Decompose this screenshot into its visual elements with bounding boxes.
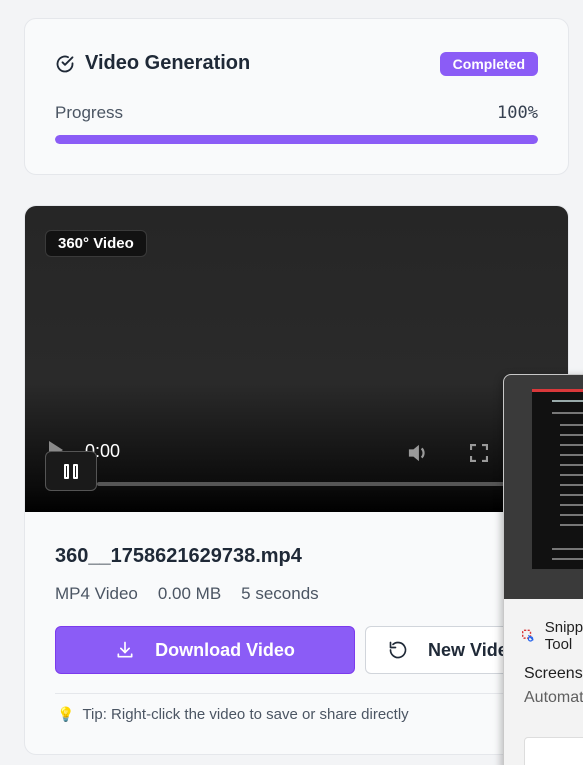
snipping-tool-notification[interactable]: Snipping Tool Screenshot copied to clipb… [503, 374, 583, 765]
status-header: Video Generation [55, 52, 250, 75]
snip-notification-subtitle: Automatically saved to screenshots folde… [524, 689, 583, 706]
video-duration: 5 seconds [241, 584, 319, 603]
pause-bar-left [64, 463, 69, 479]
video-size: 0.00 MB [157, 584, 222, 603]
video-file-name: 360__1758621629738.mp4 [55, 545, 302, 567]
tip-label: Tip: Right-click the video to save or sh… [82, 706, 409, 723]
snip-notification-title: Screenshot copied to clipboard [524, 665, 583, 682]
status-badge: Completed [439, 52, 538, 76]
download-video-button[interactable]: Download Video [55, 626, 355, 674]
pause-button[interactable] [45, 451, 97, 491]
snipping-tool-app-label: Snipping Tool [522, 619, 583, 653]
generation-status-card: Video Generation Completed Progress 100% [24, 18, 569, 175]
download-icon [117, 641, 133, 658]
progress-bar [55, 135, 538, 144]
video-player[interactable]: 360° Video 0:00 [25, 206, 568, 512]
progress-bar-fill [55, 135, 538, 144]
progress-value: 100% [497, 103, 538, 123]
video-format: MP4 Video [55, 584, 138, 603]
video-file-meta: MP4 Video 0.00 MB 5 seconds [55, 584, 319, 604]
lightbulb-icon: 💡 [57, 706, 75, 722]
screenshot-preview [532, 389, 583, 569]
refresh-icon [389, 641, 407, 659]
tip-text: 💡 Tip: Right-click the video to save or … [57, 706, 409, 723]
progress-label: Progress [55, 103, 124, 122]
video-result-card: 360° Video 0:00 360__1758621629738.mp4 M… [24, 205, 569, 755]
check-circle-icon [56, 55, 74, 72]
video-type-badge: 360° Video [45, 230, 147, 257]
download-video-label: Download Video [155, 639, 295, 660]
snipping-tool-name: Snipping Tool [544, 619, 583, 653]
divider [55, 693, 538, 694]
fullscreen-icon[interactable] [470, 444, 488, 462]
snipping-tool-icon [522, 629, 534, 642]
screenshot-thumbnail[interactable] [504, 375, 583, 599]
status-title: Video Generation [85, 52, 251, 74]
snip-notification-action[interactable] [524, 737, 583, 765]
seek-bar[interactable] [97, 482, 568, 486]
volume-icon[interactable] [407, 443, 429, 463]
pause-bar-right [73, 463, 78, 479]
